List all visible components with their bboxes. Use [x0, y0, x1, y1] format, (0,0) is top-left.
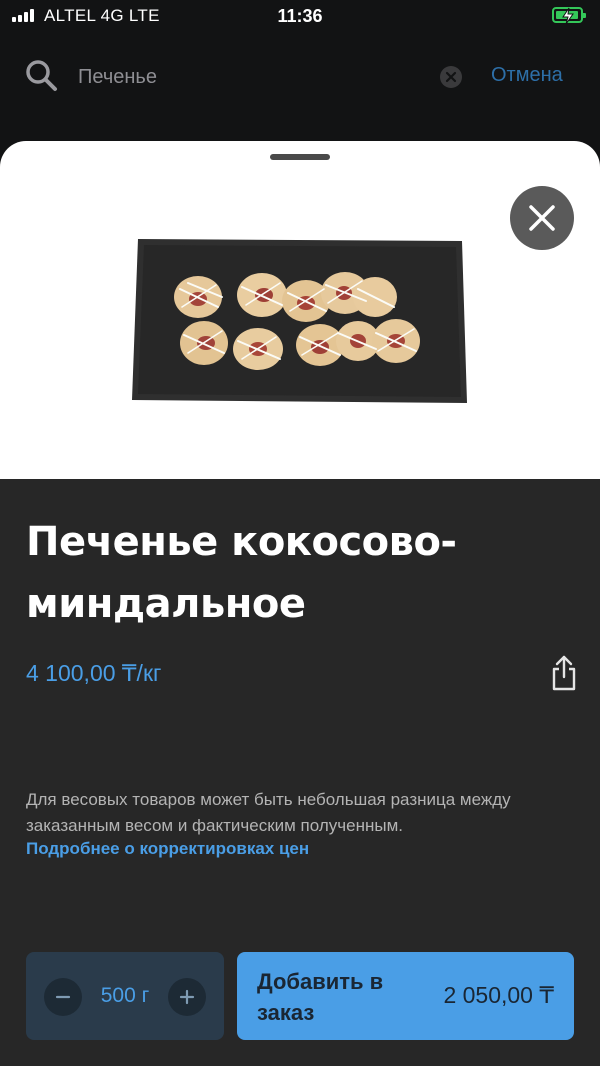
status-bar: ALTEL 4G LTE 11:36: [0, 0, 600, 34]
sheet-grabber[interactable]: [270, 154, 330, 160]
quantity-value: 500 г: [100, 984, 150, 1007]
close-button[interactable]: [510, 186, 574, 250]
share-icon: [552, 655, 576, 691]
minus-icon: [55, 995, 71, 999]
close-icon: [529, 205, 555, 231]
increase-button[interactable]: [168, 978, 206, 1016]
share-button[interactable]: [550, 655, 578, 695]
clear-icon[interactable]: [440, 66, 462, 88]
price-adjustment-link[interactable]: Подробнее о корректировках цен: [26, 839, 309, 859]
product-sheet: Печенье кокосово-миндальное 4 100,00 ₸/к…: [0, 141, 600, 1066]
decrease-button[interactable]: [44, 978, 82, 1016]
weight-note: Для весовых товаров может быть небольшая…: [26, 790, 511, 835]
product-image-area: [0, 141, 600, 479]
product-price: 4 100,00 ₸/кг: [26, 660, 162, 686]
search-bar: Печенье Отмена: [0, 38, 600, 118]
search-input[interactable]: Печенье: [78, 66, 157, 89]
quantity-stepper: 500 г: [26, 952, 224, 1040]
clock: 11:36: [277, 6, 323, 26]
order-total: 2 050,00 ₸: [443, 982, 554, 1008]
battery-icon: [552, 7, 586, 25]
product-image: [132, 239, 467, 403]
product-title: Печенье кокосово-миндальное: [26, 519, 457, 627]
add-to-order-label: Добавить в заказ: [257, 969, 384, 1025]
cancel-button[interactable]: Отмена: [491, 64, 563, 87]
add-to-order-button[interactable]: Добавить в заказ 2 050,00 ₸: [237, 952, 574, 1040]
plus-icon: [179, 989, 195, 1005]
search-icon: [24, 58, 58, 96]
